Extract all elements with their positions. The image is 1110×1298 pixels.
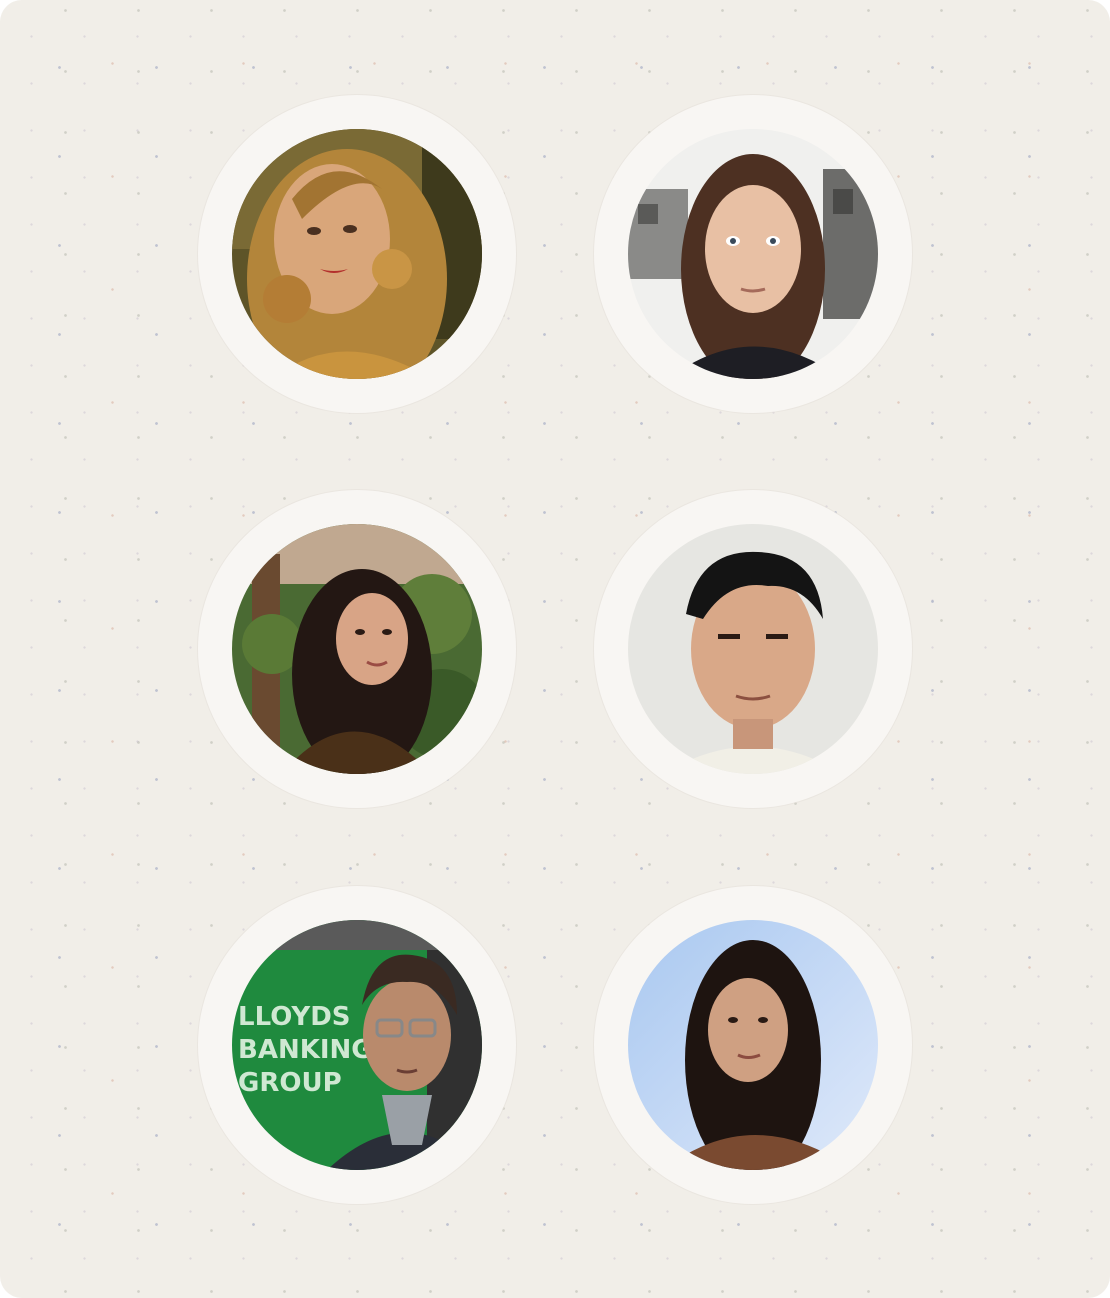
avatar-frame xyxy=(198,490,516,808)
avatar-frame xyxy=(198,95,516,413)
avatar[interactable] xyxy=(232,524,482,774)
sign-text-line2: BANKING xyxy=(238,1035,373,1065)
avatar[interactable] xyxy=(628,920,878,1170)
team-avatars-card: LLOYDS BANKING GROUP xyxy=(0,0,1110,1298)
avatar-frame xyxy=(594,95,912,413)
avatar[interactable]: LLOYDS BANKING GROUP xyxy=(232,920,482,1170)
avatar[interactable] xyxy=(232,129,482,379)
avatar-frame xyxy=(594,886,912,1204)
avatar[interactable] xyxy=(628,524,878,774)
sign-text-line1: LLOYDS xyxy=(238,1002,351,1032)
avatar-frame xyxy=(594,490,912,808)
sign-text-line3: GROUP xyxy=(238,1068,342,1098)
avatar-frame: LLOYDS BANKING GROUP xyxy=(198,886,516,1204)
avatar[interactable] xyxy=(628,129,878,379)
